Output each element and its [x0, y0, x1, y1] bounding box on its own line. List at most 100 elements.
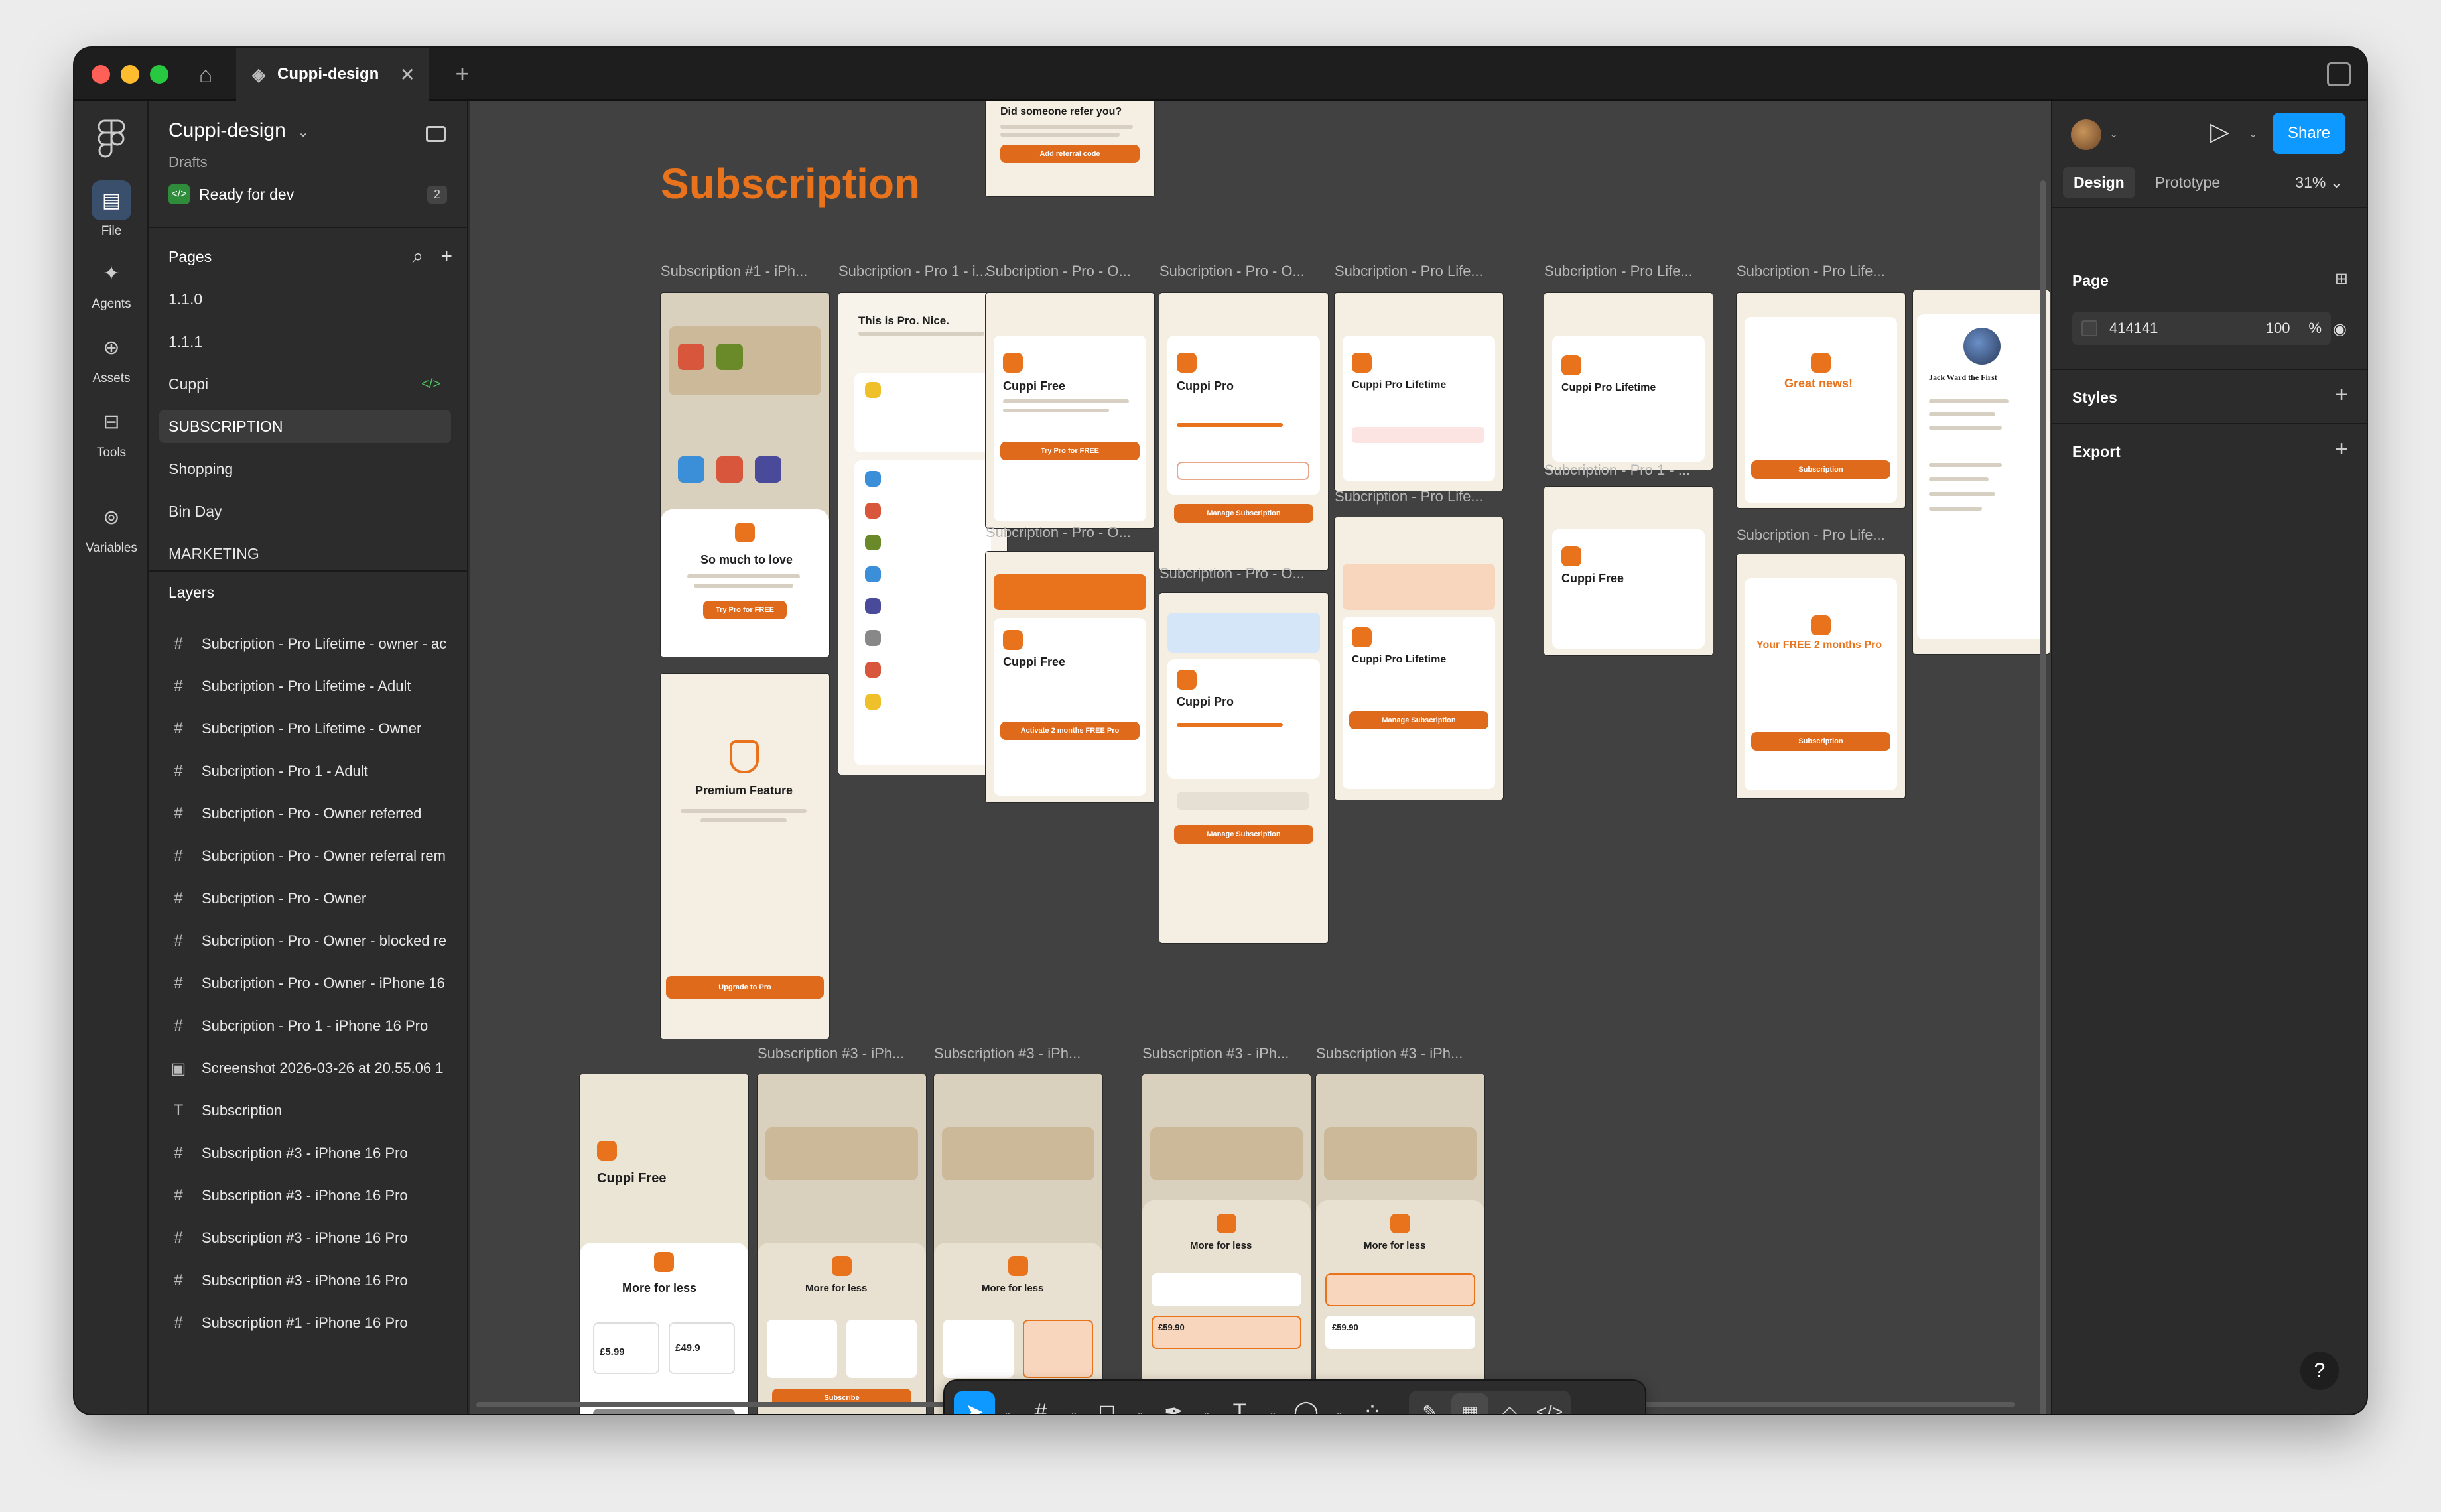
avatar[interactable] [2071, 119, 2101, 150]
eye-icon[interactable]: ◉ [2333, 320, 2347, 339]
tab-prototype[interactable]: Prototype [2144, 167, 2231, 198]
layer-item[interactable]: # Subscription #1 - iPhone 16 Pro [168, 1306, 467, 1340]
frame-great-news[interactable]: Great news! Subscription [1737, 293, 1905, 508]
layer-item[interactable]: T Subscription [168, 1094, 467, 1127]
frame-subscription-3d[interactable]: More for less £59.90 [1316, 1074, 1484, 1381]
frame-your-free[interactable]: Your FREE 2 months Pro Subscription [1737, 554, 1905, 798]
move-tool-icon[interactable]: ➤ [954, 1391, 995, 1414]
frame-pro-owner-free[interactable]: Cuppi Free Try Pro for FREE [986, 293, 1154, 528]
frame-pro-1[interactable]: This is Pro. Nice. [838, 293, 1007, 775]
comment-tool-icon[interactable]: ◯ [1286, 1391, 1327, 1414]
share-button[interactable]: Share [2273, 113, 2345, 154]
file-name-menu[interactable]: Cuppi-design ⌄ [168, 119, 309, 142]
rail-agents[interactable]: ✦ Agents [74, 253, 149, 312]
layer-item[interactable]: # Subscription #3 - iPhone 16 Pro [168, 1222, 467, 1255]
text-tool-icon[interactable]: T [1219, 1391, 1260, 1415]
chevron-down-icon[interactable]: ⌄ [2109, 127, 2118, 141]
layer-item[interactable]: # Subcription - Pro Lifetime - Owner [168, 712, 467, 745]
layer-item[interactable]: # Subcription - Pro - Owner - blocked re [168, 924, 467, 958]
frame-profile[interactable]: Jack Ward the First [1913, 290, 2050, 654]
add-export-icon[interactable]: + [2335, 436, 2348, 462]
close-tab-icon[interactable]: ✕ [400, 64, 415, 86]
layer-item[interactable]: # Subscription #3 - iPhone 16 Pro [168, 1137, 467, 1170]
rail-tools[interactable]: ⊟ Tools [74, 402, 149, 460]
minimize-window-button[interactable] [121, 65, 139, 84]
frame-subscription-1-bottom[interactable]: Cuppi Free More for less £5.99 £49.9 [580, 1074, 748, 1414]
paint-styles-icon[interactable]: ⊞ [2335, 269, 2348, 288]
frame-subscription-1[interactable]: So much to love Try Pro for FREE [661, 293, 829, 657]
actions-tool-icon[interactable]: ⁘ [1352, 1391, 1393, 1414]
color-swatch[interactable] [2081, 320, 2097, 336]
ready-for-dev[interactable]: </> Ready for dev 2 [168, 184, 447, 204]
layer-item[interactable]: # Subcription - Pro - Owner [168, 882, 467, 915]
frame-pro-lifetime-owner-ac[interactable]: Cuppi Pro Lifetime [1544, 293, 1713, 470]
file-location[interactable]: Drafts [168, 154, 208, 171]
toggle-sidebar-icon[interactable] [426, 126, 446, 142]
page-item[interactable]: 1.1.0 [159, 283, 451, 316]
layer-item[interactable]: # Subcription - Pro Lifetime - Adult [168, 670, 467, 703]
add-style-icon[interactable]: + [2335, 382, 2348, 408]
add-page-icon[interactable]: + [440, 245, 452, 268]
pen-tool-icon[interactable]: ✒ [1153, 1391, 1194, 1414]
zoom-level[interactable]: 31% ⌄ [2295, 174, 2343, 192]
chevron-down-icon[interactable]: ⌄ [1067, 1405, 1081, 1414]
layer-item[interactable]: # Subcription - Pro - Owner referred [168, 797, 467, 830]
chevron-down-icon[interactable]: ⌄ [1199, 1405, 1214, 1414]
page-item[interactable]: MARKETING [159, 537, 451, 570]
layer-item[interactable]: # Subscription #3 - iPhone 16 Pro [168, 1179, 467, 1212]
page-color-field[interactable]: 414141 100 % [2072, 312, 2331, 345]
search-icon[interactable]: ⌕ [413, 245, 424, 268]
layer-item[interactable]: # Subcription - Pro 1 - iPhone 16 Pro [168, 1009, 467, 1042]
page-item[interactable]: Shopping [159, 452, 451, 485]
figma-logo-icon[interactable] [98, 119, 125, 159]
layer-item[interactable]: # Subcription - Pro - Owner - iPhone 16 [168, 967, 467, 1000]
page-item[interactable]: Bin Day [159, 495, 451, 528]
chevron-down-icon[interactable]: ⌄ [1266, 1405, 1280, 1414]
rail-file[interactable]: ▤ File [74, 180, 149, 239]
tab-design[interactable]: Design [2063, 167, 2135, 198]
layer-item[interactable]: # Subscription #3 - iPhone 16 Pro [168, 1264, 467, 1297]
frame-tool-icon[interactable]: # [1020, 1391, 1061, 1415]
frame-referral[interactable]: Did someone refer you? Add referral code [986, 101, 1154, 196]
layer-item[interactable]: # Subcription - Pro 1 - Adult [168, 755, 467, 788]
frame-subscription-3c[interactable]: More for less £59.90 [1142, 1074, 1311, 1381]
file-tab[interactable]: ◈ Cuppi-design ✕ [236, 48, 429, 101]
opacity-value[interactable]: 100 [2266, 320, 2290, 337]
layer-item[interactable]: # Subcription - Pro Lifetime - owner - ac [168, 627, 467, 661]
frame-subscription-3b[interactable]: More for less [934, 1074, 1102, 1414]
chevron-down-icon[interactable]: ⌄ [2249, 127, 2257, 141]
frame-pro-1-adult[interactable]: Cuppi Free [1544, 487, 1713, 655]
frame-premium-feature[interactable]: Premium Feature Upgrade to Pro [661, 674, 829, 1039]
design-mode-icon[interactable]: ▦ [1451, 1393, 1488, 1414]
frame-pro-lifetime-owner[interactable]: Cuppi Pro Lifetime Manage Subscription [1335, 517, 1503, 800]
dev-mode-icon[interactable]: </> [1531, 1393, 1568, 1414]
frame-pro-owner[interactable]: Cuppi Pro Manage Subscription [1159, 293, 1328, 570]
vertical-scrollbar[interactable] [2040, 180, 2046, 1414]
frame-pro-owner-referred[interactable]: Cuppi Free Activate 2 months FREE Pro [986, 552, 1154, 802]
frame-pro-owner-transfer[interactable]: Cuppi Pro Manage Subscription [1159, 593, 1328, 943]
help-button[interactable]: ? [2300, 1352, 2339, 1390]
chevron-down-icon[interactable]: ⌄ [1000, 1405, 1015, 1414]
rail-variables[interactable]: ⊚ Variables [74, 497, 149, 556]
new-tab-button[interactable]: + [446, 57, 479, 90]
chevron-down-icon[interactable]: ⌄ [1332, 1405, 1347, 1414]
components-mode-icon[interactable]: ◇ [1491, 1393, 1528, 1415]
design-canvas[interactable]: Subscription Did someone refer you? Add … [470, 101, 2051, 1414]
present-play-icon[interactable]: ▷ [2210, 117, 2229, 147]
page-item[interactable]: Cuppi </> [159, 367, 451, 401]
frame-pro-lifetime-adult[interactable]: Cuppi Pro Lifetime [1335, 293, 1503, 491]
panel-layout-icon[interactable] [2327, 62, 2351, 86]
rail-assets[interactable]: ⊕ Assets [74, 328, 149, 386]
layer-item[interactable]: ▣ Screenshot 2026-03-26 at 20.55.06 1 [168, 1052, 467, 1085]
zoom-window-button[interactable] [150, 65, 168, 84]
frame-subscription-3a[interactable]: More for less Subscribe [758, 1074, 926, 1414]
close-window-button[interactable] [92, 65, 110, 84]
home-icon[interactable]: ⌂ [186, 58, 226, 92]
page-item-selected[interactable]: SUBSCRIPTION [159, 410, 451, 443]
draw-mode-icon[interactable]: ✎ [1412, 1393, 1449, 1415]
chevron-down-icon[interactable]: ⌄ [1133, 1405, 1148, 1414]
rectangle-tool-icon[interactable]: □ [1087, 1391, 1128, 1415]
layer-item[interactable]: # Subcription - Pro - Owner referral rem [168, 840, 467, 873]
page-item[interactable]: 1.1.1 [159, 325, 451, 358]
canvas-heading-text[interactable]: Subscription [661, 159, 920, 208]
